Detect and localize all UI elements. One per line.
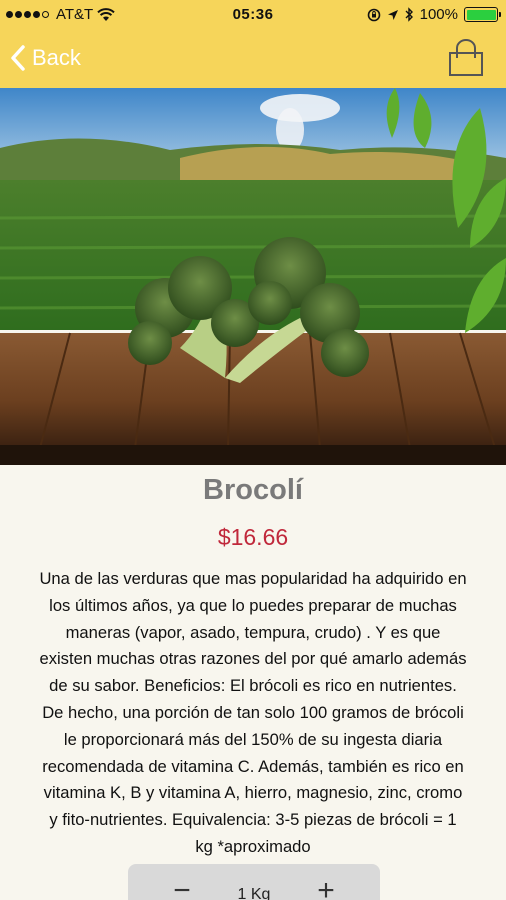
quantity-value: 1 Kg bbox=[237, 886, 271, 900]
quantity-stepper: − 1 Kg + bbox=[128, 864, 380, 900]
product-name: Brocolí bbox=[203, 474, 303, 506]
description-line: recomendada de vitamina C. Además, tambi… bbox=[42, 756, 464, 776]
decrease-quantity-button[interactable]: − bbox=[162, 874, 202, 900]
description-line: le proporcionará más del 150% de su inge… bbox=[63, 729, 443, 749]
description-line: los últimos años, ya que lo puedes prepa… bbox=[49, 595, 457, 615]
status-right: 100% bbox=[367, 6, 501, 23]
back-label: Back bbox=[32, 45, 81, 70]
battery-icon bbox=[464, 7, 501, 22]
description-line: maneras (vapor, asado, tempura, crudo) .… bbox=[65, 622, 441, 642]
description-line: Una de las verduras que mas popularidad … bbox=[39, 569, 467, 588]
description-line: existen muchas otras razones del por qué… bbox=[39, 649, 467, 669]
description-line: de su sabor. Beneficios: El brócoli es r… bbox=[49, 676, 457, 696]
bluetooth-icon bbox=[405, 7, 413, 22]
top-bar: AT&T 05:36 100% Back bbox=[0, 0, 506, 88]
cart-button[interactable] bbox=[446, 38, 486, 78]
chevron-left-icon bbox=[11, 45, 25, 71]
description-line: kg *aproximado bbox=[195, 836, 311, 856]
status-bar: AT&T 05:36 100% bbox=[0, 0, 506, 30]
product-price: $16.66 bbox=[217, 524, 289, 550]
location-icon bbox=[387, 9, 398, 20]
nav-bar: Back bbox=[0, 30, 506, 88]
description-line: De hecho, una porción de tan solo 100 gr… bbox=[42, 702, 464, 722]
increase-quantity-button[interactable]: + bbox=[306, 874, 346, 900]
broccoli-field-image bbox=[0, 88, 506, 465]
back-button[interactable]: Back bbox=[10, 40, 81, 76]
rotation-lock-icon bbox=[367, 8, 380, 21]
battery-percent: 100% bbox=[419, 6, 458, 23]
product-description: Una de las verduras que mas popularidad … bbox=[2, 566, 504, 861]
description-line: vitamina K, B y vitamina A, hierro, magn… bbox=[43, 783, 463, 803]
description-line: y fito-nutrientes. Equivalencia: 3-5 pie… bbox=[49, 810, 457, 830]
shopping-bag-icon bbox=[449, 39, 483, 76]
product-image bbox=[0, 88, 506, 465]
